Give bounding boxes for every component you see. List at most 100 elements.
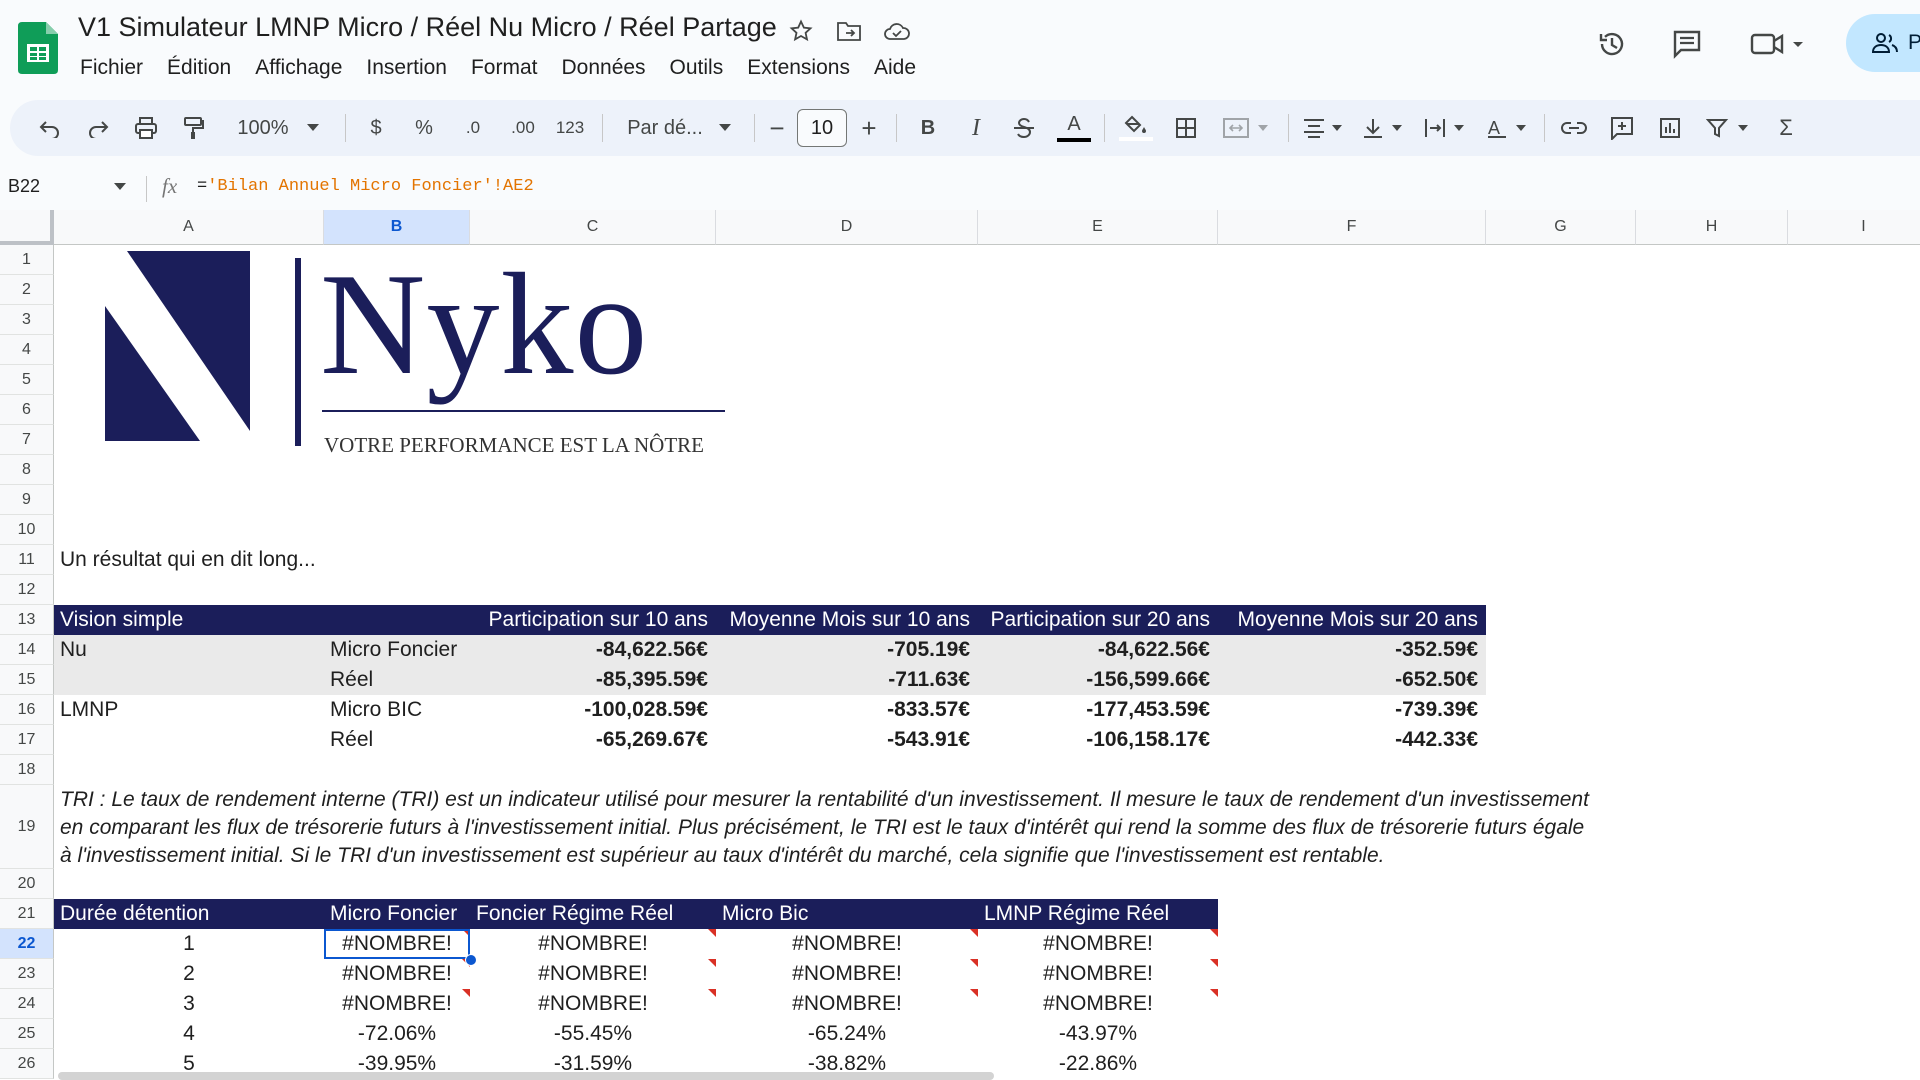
selected-cell-outline[interactable] [324,929,470,959]
row-header-9[interactable]: 9 [0,485,54,515]
redo-icon[interactable] [78,100,118,156]
chevron-down-icon[interactable] [114,183,128,192]
row-header-18[interactable]: 18 [0,755,54,785]
functions-button[interactable]: Σ [1766,100,1806,156]
document-title[interactable]: V1 Simulateur LMNP Micro / Réel Nu Micro… [78,12,777,43]
text-color-button[interactable]: A [1054,100,1094,156]
row-header-1[interactable]: 1 [0,245,54,275]
increase-decimal-button[interactable]: .00 [498,100,548,156]
row-header-17[interactable]: 17 [0,725,54,755]
font-family-select[interactable]: Par dé... [614,100,744,156]
decrease-decimal-button[interactable]: .0 [450,100,496,156]
row-header-14[interactable]: 14 [0,635,54,665]
menu-donnees[interactable]: Données [549,52,657,84]
row-header-25[interactable]: 25 [0,1019,54,1049]
menu-fichier[interactable]: Fichier [68,52,155,84]
row-header-13[interactable]: 13 [0,605,54,635]
menu-edition[interactable]: Édition [155,52,243,84]
row-header-24[interactable]: 24 [0,989,54,1019]
row-header-5[interactable]: 5 [0,365,54,395]
menu-insertion[interactable]: Insertion [354,52,459,84]
column-header-e[interactable]: E [978,210,1218,245]
row-header-22[interactable]: 22 [0,929,54,959]
spreadsheet-grid[interactable]: ABCDEFGHI 1 2 3 4 5 6 7 8 9 10 11 12 13 14 15 16 17 18 19 2… [0,210,1920,1080]
row-header-12[interactable]: 12 [0,575,54,605]
sheets-logo-icon[interactable] [18,22,58,74]
insert-comment-icon[interactable] [1602,100,1642,156]
row-header-21[interactable]: 21 [0,899,54,929]
filter-icon[interactable] [1702,100,1758,156]
menu-format[interactable]: Format [459,52,550,84]
font-size-decrease-button[interactable]: − [762,100,792,156]
row-header-3[interactable]: 3 [0,305,54,335]
percent-format-button[interactable]: % [404,100,444,156]
insert-link-icon[interactable] [1554,100,1594,156]
meet-video-icon[interactable] [1748,24,1808,64]
horizontal-scrollbar[interactable] [58,1072,994,1080]
currency-format-button[interactable]: $ [356,100,396,156]
text-wrap-icon[interactable] [1420,100,1472,156]
cloud-saved-icon[interactable] [883,17,911,45]
vertical-align-icon[interactable] [1358,100,1410,156]
error-indicator-icon[interactable] [970,929,978,937]
zoom-select[interactable]: 100% [228,100,328,156]
error-indicator-icon[interactable] [1210,929,1218,937]
number-format-button[interactable]: 123 [550,100,590,156]
error-indicator-icon[interactable] [462,989,470,997]
select-all-corner[interactable] [0,210,54,245]
text-rotation-icon[interactable]: A [1482,100,1534,156]
column-header-f[interactable]: F [1218,210,1486,245]
insert-chart-icon[interactable] [1650,100,1690,156]
row-header-26[interactable]: 26 [0,1049,54,1079]
borders-icon[interactable] [1166,100,1206,156]
row-header-7[interactable]: 7 [0,425,54,455]
error-indicator-icon[interactable] [1210,959,1218,967]
font-size-increase-button[interactable]: + [854,100,884,156]
row-header-11[interactable]: 11 [0,545,54,575]
menu-affichage[interactable]: Affichage [243,52,354,84]
formula-input[interactable]: ='Bilan Annuel Micro Foncier'!AE2 [197,177,534,196]
version-history-icon[interactable] [1592,24,1632,64]
menu-outils[interactable]: Outils [658,52,736,84]
print-icon[interactable] [126,100,166,156]
error-indicator-icon[interactable] [708,959,716,967]
menu-extensions[interactable]: Extensions [735,52,862,84]
share-button[interactable]: P [1846,14,1920,72]
strikethrough-icon[interactable] [1004,100,1044,156]
toolbar-divider [602,114,603,142]
move-folder-icon[interactable] [835,17,863,45]
fill-handle[interactable] [465,954,477,966]
column-header-h[interactable]: H [1636,210,1788,245]
column-header-i[interactable]: I [1788,210,1920,245]
error-indicator-icon[interactable] [1210,989,1218,997]
row-header-16[interactable]: 16 [0,695,54,725]
comments-icon[interactable] [1667,24,1707,64]
undo-icon[interactable] [30,100,70,156]
error-indicator-icon[interactable] [708,989,716,997]
font-size-input[interactable]: 10 [797,109,847,147]
name-box[interactable]: B22 [8,176,40,197]
row-header-19[interactable]: 19 [0,785,54,869]
fill-color-icon[interactable] [1116,100,1156,156]
paint-format-icon[interactable] [174,100,214,156]
row-header-2[interactable]: 2 [0,275,54,305]
error-indicator-icon[interactable] [970,989,978,997]
horizontal-align-icon[interactable] [1298,100,1350,156]
italic-button[interactable]: I [956,100,996,156]
row-header-8[interactable]: 8 [0,455,54,485]
row-header-4[interactable]: 4 [0,335,54,365]
error-indicator-icon[interactable] [708,929,716,937]
menu-aide[interactable]: Aide [862,52,928,84]
star-icon[interactable] [787,17,815,45]
row-header-6[interactable]: 6 [0,395,54,425]
error-indicator-icon[interactable] [970,959,978,967]
bold-button[interactable]: B [908,100,948,156]
row-header-15[interactable]: 15 [0,665,54,695]
column-header-d[interactable]: D [716,210,978,245]
row-header-23[interactable]: 23 [0,959,54,989]
column-header-a[interactable]: A [54,210,324,245]
merge-cells-icon[interactable] [1216,100,1280,156]
row-header-10[interactable]: 10 [0,515,54,545]
column-header-g[interactable]: G [1486,210,1636,245]
row-header-20[interactable]: 20 [0,869,54,899]
